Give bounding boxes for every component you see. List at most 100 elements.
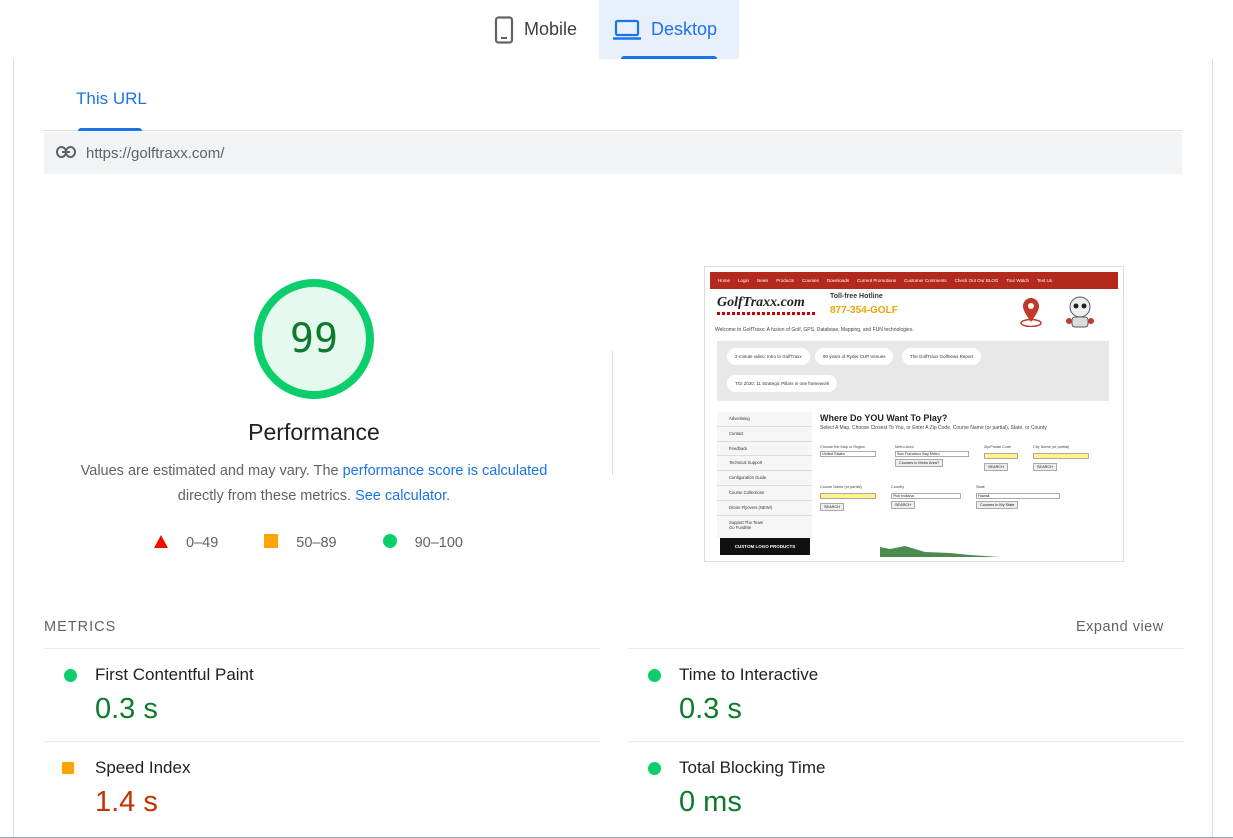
performance-score-link[interactable]: performance score is calculated xyxy=(343,463,548,479)
metric-value: 0.3 s xyxy=(679,693,742,725)
fail-triangle-icon xyxy=(154,534,168,552)
smartphone-icon xyxy=(494,15,514,44)
tab-mobile[interactable]: Mobile xyxy=(480,0,599,59)
url-bar: https://golftraxx.com/ xyxy=(44,132,1182,174)
promo-area: 2-minute video: Intro to GolfTraxx 90 ye… xyxy=(717,341,1109,401)
desc-text: Values are estimated and may vary. The xyxy=(80,463,343,479)
metric-speed-index: Speed Index 1.4 s xyxy=(44,741,600,834)
legend-fail: 0–49 xyxy=(154,534,219,552)
device-tabs: Mobile Desktop xyxy=(480,0,740,59)
legend-average: 50–89 xyxy=(264,534,337,552)
site-side-item: Technical Support xyxy=(717,456,812,472)
site-side-button: CUSTOM LOGO PRODUCTS xyxy=(720,538,810,555)
metric-tti: Time to Interactive 0.3 s xyxy=(628,648,1184,741)
metric-value: 1.4 s xyxy=(95,786,158,818)
pass-circle-icon xyxy=(382,534,397,552)
site-nav-item: Home xyxy=(718,278,731,283)
metric-name: First Contentful Paint xyxy=(95,665,254,684)
site-nav: Home Login News Products Courses Downloa… xyxy=(710,272,1118,289)
divider xyxy=(612,351,613,475)
promo-pill: 2-minute video: Intro to GolfTraxx xyxy=(727,348,810,365)
site-nav-item: Courses xyxy=(802,278,819,283)
site-subheading: Select A Map, Choose Closest To You, or … xyxy=(820,425,1047,431)
promo-pill: TGI 2020: 11 Strategic Pillars in one fr… xyxy=(727,375,838,392)
metric-name: Speed Index xyxy=(95,758,191,777)
pass-circle-icon xyxy=(64,669,77,682)
site-button: Courses In Metro Area? xyxy=(895,459,944,467)
metrics-header: METRICS xyxy=(44,619,117,635)
site-field-label: State xyxy=(976,485,985,489)
see-calculator-link[interactable]: See calculator xyxy=(355,488,446,504)
site-button: SEARCH xyxy=(1033,463,1057,471)
site-side-text: Go FundMe xyxy=(729,524,752,530)
metric-value: 0 ms xyxy=(679,786,742,818)
promo-pill: The GolfTraxx Golfnews Report xyxy=(902,348,982,365)
site-field-label: Country xyxy=(891,485,905,489)
metric-tbt: Total Blocking Time 0 ms xyxy=(628,741,1184,834)
site-banner-graphic xyxy=(880,546,1000,557)
legend-pass: 90–100 xyxy=(382,534,463,552)
hotline-phone: 877-354-GOLF xyxy=(830,305,898,316)
site-side-item: Support The Team Go FundMe xyxy=(717,515,812,538)
hotline-label: Toll-free Hotline xyxy=(830,293,883,300)
site-nav-item: Check Out Our BLOG xyxy=(954,278,999,283)
link-icon xyxy=(56,145,76,162)
average-square-icon xyxy=(264,534,279,552)
site-nav-item: Products xyxy=(776,278,795,283)
site-nav-item: Downloads xyxy=(826,278,850,283)
logo-underline xyxy=(717,312,817,315)
url-tab-bar: This URL xyxy=(44,59,1182,131)
site-welcome: Welcome to GolfTraxx: A fusion of Golf, … xyxy=(715,327,914,333)
site-select: Pick Indiana xyxy=(891,493,961,499)
desc-text: directly from these metrics. xyxy=(177,488,356,504)
average-square-icon xyxy=(62,762,74,774)
site-input xyxy=(820,493,876,499)
site-field-label: Metro Area xyxy=(895,445,914,449)
expand-view-toggle[interactable]: Expand view xyxy=(1076,619,1164,635)
performance-gauge[interactable]: 99 xyxy=(253,278,375,400)
metric-value: 0.3 s xyxy=(95,693,158,725)
site-nav-item: Tour Watch xyxy=(1006,278,1029,283)
site-field-label: City Name (or partial) xyxy=(1033,445,1070,449)
site-sidebar: Advertising Contact Feedback Technical S… xyxy=(717,412,812,542)
site-button: SEARCH xyxy=(891,501,915,509)
site-button: SEARCH xyxy=(984,463,1008,471)
site-nav-item: Customer Comments xyxy=(904,278,947,283)
site-heading: Where Do YOU Want To Play? xyxy=(820,413,948,423)
site-select: San Francisco Bay Metro xyxy=(895,451,969,457)
metric-name: Total Blocking Time xyxy=(679,758,826,777)
tab-desktop[interactable]: Desktop xyxy=(599,0,740,59)
site-logo: GolfTraxx.com xyxy=(717,295,805,310)
tab-desktop-label: Desktop xyxy=(651,19,718,39)
legend-label: 0–49 xyxy=(186,535,219,551)
score-legend: 0–49 50–89 90–100 xyxy=(154,534,509,552)
gauge-score: 99 xyxy=(289,316,339,362)
golf-mascot-icon xyxy=(1066,296,1094,328)
site-side-item: Drone Flyovers (NEW!) xyxy=(717,500,812,516)
site-nav-item: Login xyxy=(738,278,750,283)
url-text[interactable]: https://golftraxx.com/ xyxy=(86,145,224,162)
site-field-label: Choose the Map or Region xyxy=(820,445,866,449)
site-nav-item: Current Promotions xyxy=(857,278,897,283)
site-side-item: Advertising xyxy=(717,412,812,427)
site-side-item: Contact xyxy=(717,426,812,442)
site-field-label: Course Name (or partial) xyxy=(820,485,862,489)
tab-this-url[interactable]: This URL xyxy=(76,89,147,109)
map-pin-icon xyxy=(1020,298,1042,327)
tab-indicator xyxy=(78,128,142,131)
legend-label: 90–100 xyxy=(414,535,463,551)
metric-fcp: First Contentful Paint 0.3 s xyxy=(44,648,600,741)
site-input xyxy=(1033,453,1089,459)
tab-mobile-label: Mobile xyxy=(524,19,578,39)
site-button: SEARCH xyxy=(820,503,844,511)
site-field-label: Zip/Postal Code xyxy=(984,445,1012,449)
report-panel: This URL https://golftraxx.com/ 99 Perfo… xyxy=(13,59,1213,838)
final-screenshot[interactable]: Home Login News Products Courses Downloa… xyxy=(704,266,1124,562)
legend-label: 50–89 xyxy=(296,535,337,551)
gauge-description: Values are estimated and may vary. The p… xyxy=(54,459,574,509)
site-button: Courses In My State xyxy=(976,501,1019,509)
gauge-title: Performance xyxy=(248,419,380,445)
metric-name: Time to Interactive xyxy=(679,665,819,684)
site-nav-item: News xyxy=(757,278,769,283)
pass-circle-icon xyxy=(648,762,661,775)
